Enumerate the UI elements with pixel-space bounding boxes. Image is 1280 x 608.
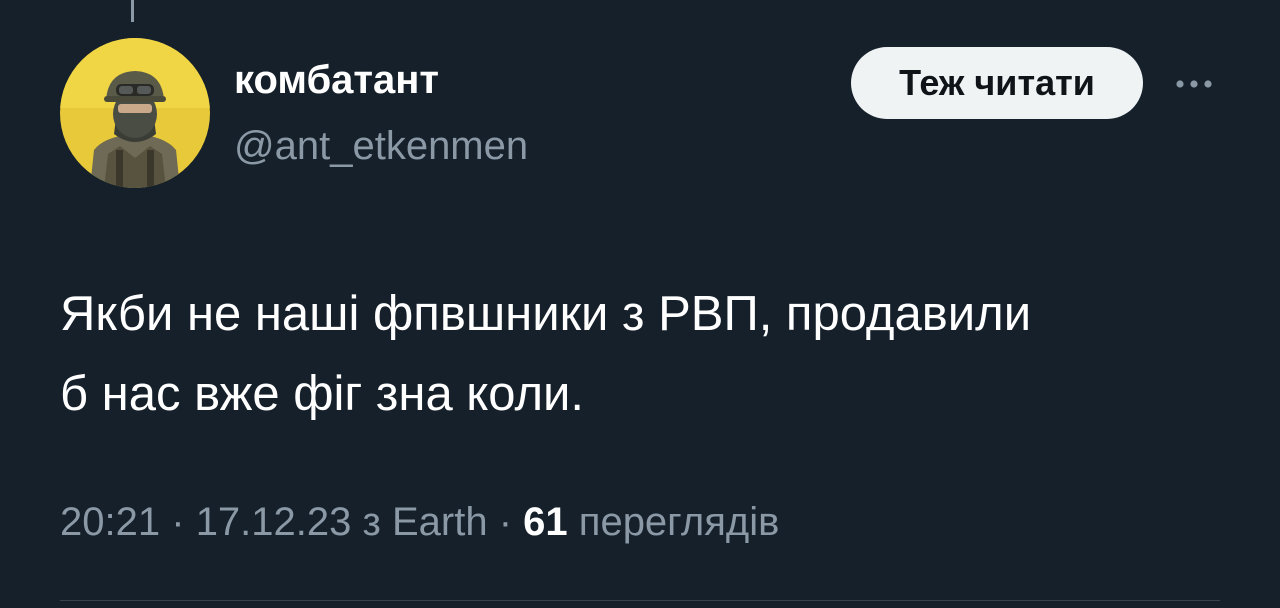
follow-button[interactable]: Теж читати — [851, 47, 1143, 119]
author-handle[interactable]: @ant_etkenmen — [234, 124, 528, 169]
avatar-image — [60, 38, 210, 188]
follow-button-label: Теж читати — [899, 62, 1095, 103]
views-label[interactable]: переглядів — [579, 500, 780, 544]
more-options-button[interactable] — [1166, 62, 1222, 106]
tweet-text-line: Якби не наші фпвшники з РВП, продавили — [60, 287, 1032, 341]
tweet-source: з Earth — [362, 500, 488, 544]
tweet-date[interactable]: 17.12.23 — [196, 500, 352, 544]
tweet-text-line: б нас вже фіг зна коли. — [60, 367, 585, 421]
divider — [60, 600, 1220, 601]
thread-connector-line — [131, 0, 134, 22]
views-count[interactable]: 61 — [523, 500, 568, 544]
tweet-time[interactable]: 20:21 — [60, 500, 160, 544]
meta-separator: · — [498, 500, 513, 544]
tweet-text: Якби не наші фпвшники з РВП, продавили б… — [60, 274, 1230, 434]
meta-separator: · — [171, 500, 185, 544]
author-name[interactable]: комбатант — [234, 58, 439, 103]
more-horizontal-icon — [1176, 80, 1212, 88]
avatar[interactable] — [60, 38, 210, 188]
tweet-meta: 20:21 · 17.12.23 з Earth · 61 переглядів — [60, 500, 779, 545]
